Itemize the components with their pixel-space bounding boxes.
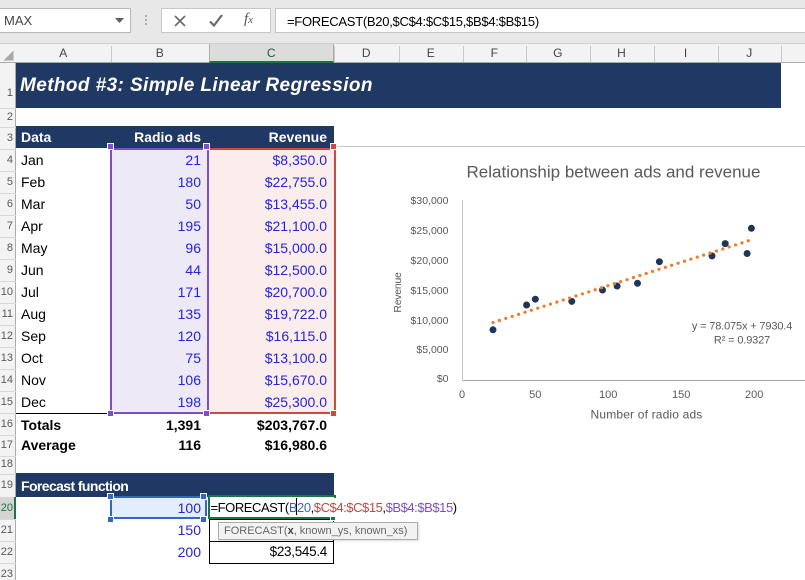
svg-text:$10,000: $10,000 bbox=[411, 315, 449, 327]
svg-text:$15,000: $15,000 bbox=[411, 285, 449, 297]
svg-text:100: 100 bbox=[599, 389, 617, 401]
svg-text:$0: $0 bbox=[437, 373, 449, 385]
svg-text:Relationship between ads and r: Relationship between ads and revenue bbox=[467, 163, 761, 182]
svg-text:150: 150 bbox=[672, 389, 690, 401]
svg-text:0: 0 bbox=[459, 389, 465, 401]
svg-text:50: 50 bbox=[529, 389, 541, 401]
svg-text:Number of radio ads: Number of radio ads bbox=[591, 408, 703, 422]
svg-text:y = 78.075x + 7930.4: y = 78.075x + 7930.4 bbox=[692, 321, 792, 333]
svg-text:200: 200 bbox=[745, 389, 763, 401]
svg-text:$25,000: $25,000 bbox=[411, 225, 449, 237]
svg-text:$5,000: $5,000 bbox=[416, 344, 448, 356]
svg-text:$30,000: $30,000 bbox=[411, 195, 449, 207]
svg-text:R² = 0.9327: R² = 0.9327 bbox=[714, 335, 770, 347]
svg-text:Revenue: Revenue bbox=[392, 272, 404, 313]
svg-text:$20,000: $20,000 bbox=[411, 255, 449, 267]
